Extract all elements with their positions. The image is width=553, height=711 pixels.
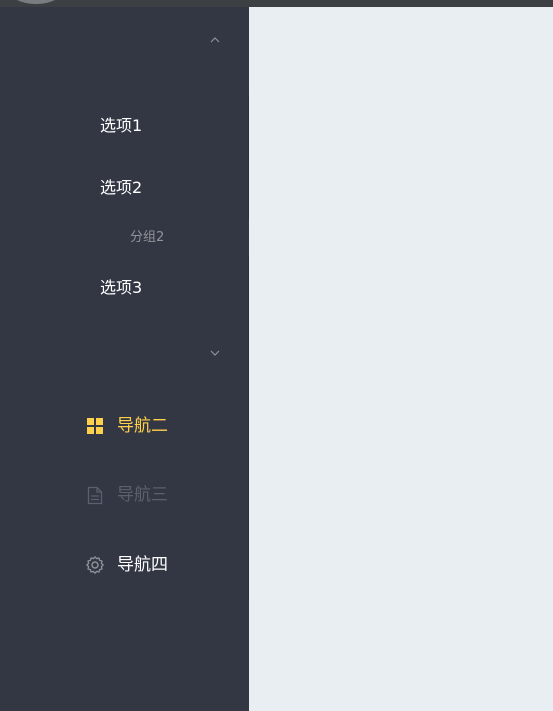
menu-item-label: 选项2 [100,178,143,197]
chevron-up-icon[interactable] [210,35,220,45]
nav-item-label: 导航三 [117,485,168,505]
nav-item-2[interactable]: 导航二 [0,396,249,456]
menu-item-option1[interactable]: 选项1 [0,95,249,157]
grid-icon [85,416,105,436]
menu-item-label: 选项3 [100,278,143,297]
nav-item-label: 导航二 [117,416,168,436]
nav-item-4[interactable]: 导航四 [0,535,249,595]
nav-item-3: 导航三 [0,465,249,525]
menu-item-option3[interactable]: 选项3 [0,257,249,319]
main-content [249,7,553,711]
gear-icon [85,555,105,575]
menu-item-label: 选项1 [100,116,143,135]
sidebar-menu: 选项1 选项2 分组2 选项3 导航二 导航三 导航四 [0,7,250,711]
chevron-down-icon[interactable] [210,348,220,358]
menu-item-option2[interactable]: 选项2 [0,157,249,219]
top-bar [0,0,553,7]
avatar[interactable] [8,0,64,4]
menu-group-title: 分组2 [0,223,249,253]
document-icon [85,485,105,505]
nav-item-label: 导航四 [117,555,168,575]
group-title-label: 分组2 [130,230,165,245]
